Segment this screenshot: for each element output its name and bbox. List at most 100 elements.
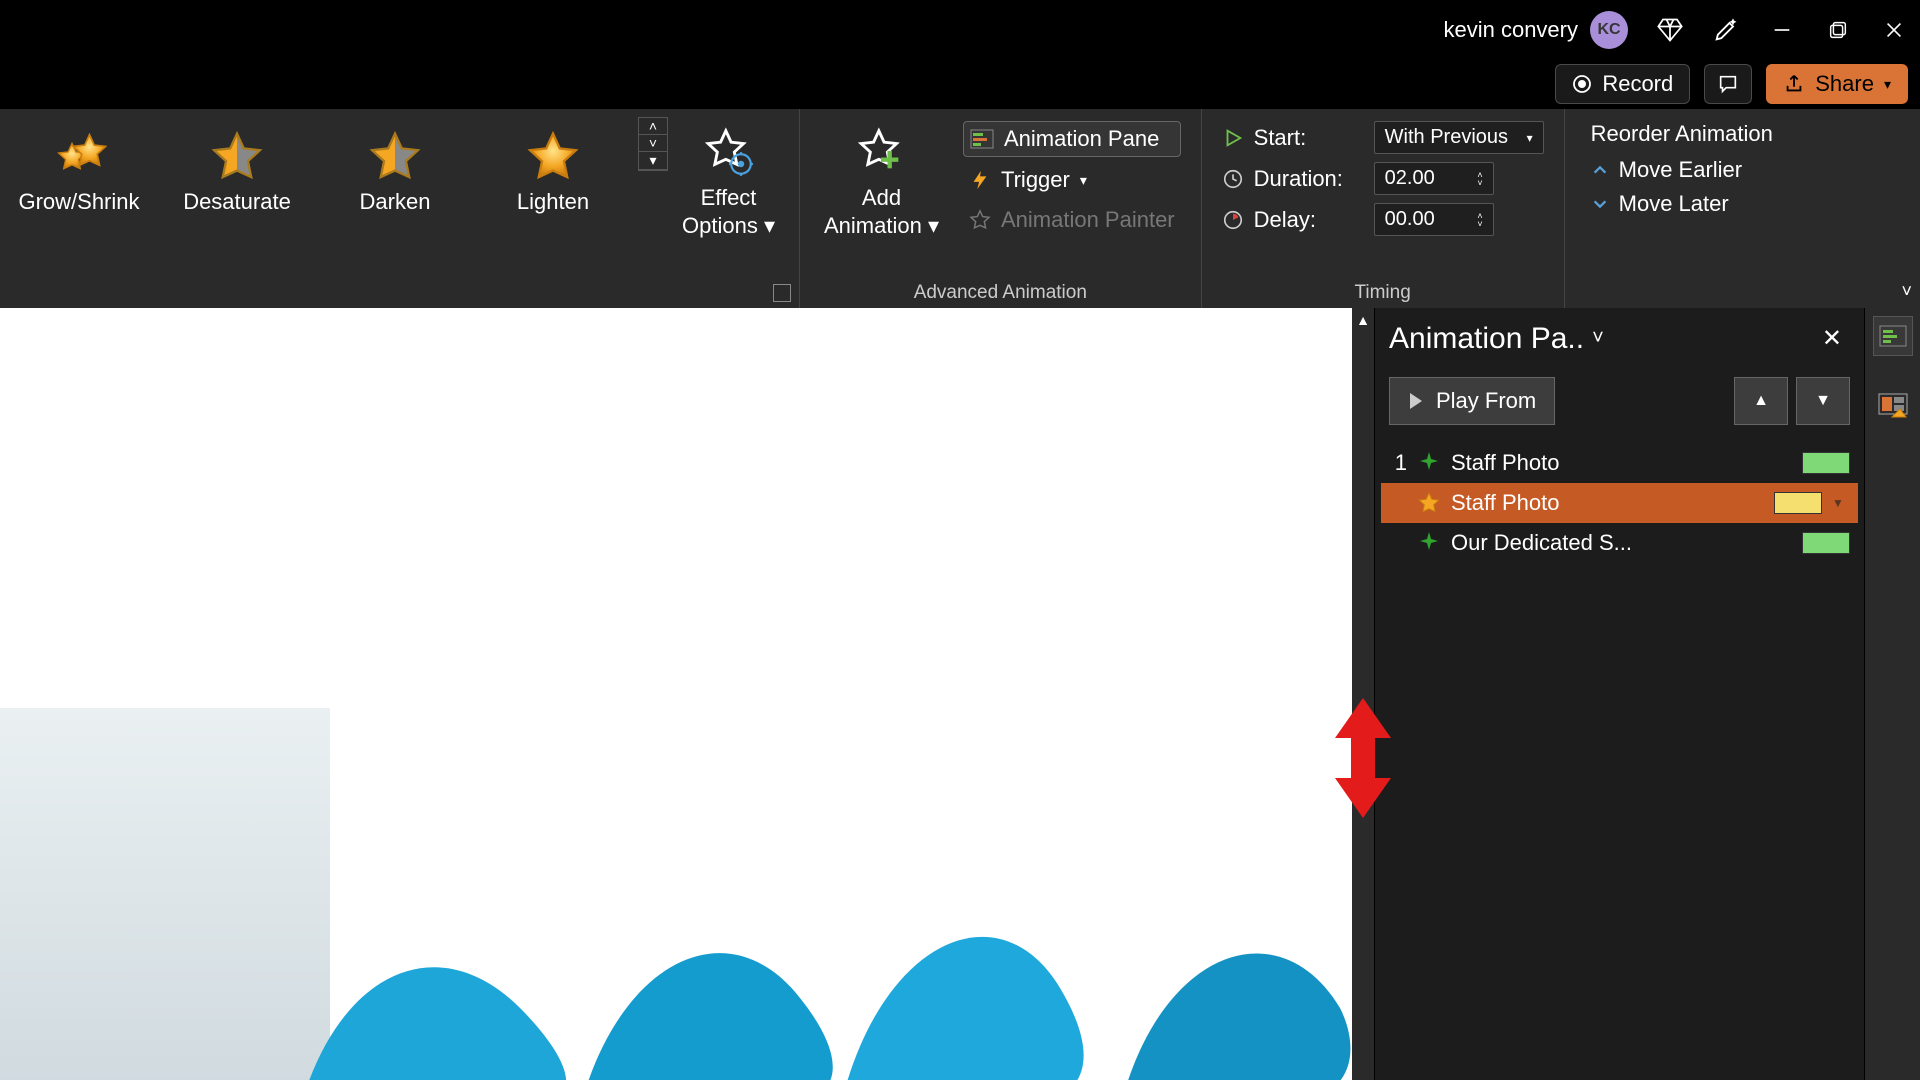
- animation-pane-label: Animation Pane: [1004, 126, 1159, 152]
- diamond-icon[interactable]: [1656, 16, 1684, 44]
- animation-pane-button[interactable]: Animation Pane: [963, 121, 1181, 157]
- chevron-down-icon: [1591, 195, 1609, 213]
- scroll-down-icon[interactable]: ˅: [639, 135, 667, 152]
- timeline-bar[interactable]: [1802, 452, 1850, 474]
- effect-darken[interactable]: Darken: [316, 117, 474, 215]
- entrance-sparkle-icon: [1417, 531, 1441, 555]
- animation-item[interactable]: Staff Photo▼: [1381, 483, 1858, 523]
- duration-spinner[interactable]: 02.00 ˄˅: [1374, 162, 1494, 195]
- start-select[interactable]: With Previous ▾: [1374, 121, 1544, 154]
- animation-gallery-group: Grow/Shrink Desaturate Darken Lighten ˄ …: [0, 109, 800, 308]
- scroll-up-icon[interactable]: ▲: [1352, 308, 1374, 332]
- ink-graphic: [260, 848, 1352, 1080]
- title-bar: kevin convery KC: [0, 0, 1920, 60]
- reorder-group: Reorder Animation Move Earlier Move Late…: [1565, 109, 1799, 308]
- close-icon[interactable]: [1880, 16, 1908, 44]
- move-down-button[interactable]: ▼: [1796, 377, 1850, 425]
- main-area: ▲ Animation Pa.. ˅ ✕ Play From ▲ ▼ 1Staf…: [0, 308, 1920, 1080]
- spinner-arrows-icon[interactable]: ˄˅: [1477, 171, 1482, 187]
- move-later-button[interactable]: Move Later: [1591, 191, 1773, 217]
- animation-item[interactable]: Our Dedicated S...: [1381, 523, 1858, 563]
- effect-options-l2: Options ▾: [682, 213, 775, 239]
- chevron-down-icon: ˅: [1592, 327, 1604, 350]
- pane-header: Animation Pa.. ˅ ✕: [1375, 308, 1864, 369]
- pen-sparkle-icon[interactable]: [1712, 16, 1740, 44]
- star-options-icon: [702, 125, 754, 177]
- move-earlier-label: Move Earlier: [1619, 157, 1742, 183]
- move-earlier-button[interactable]: Move Earlier: [1591, 157, 1773, 183]
- move-up-button[interactable]: ▲: [1734, 377, 1788, 425]
- add-animation-l2: Animation ▾: [824, 213, 939, 239]
- designer-tab-icon[interactable]: [1873, 386, 1913, 426]
- slide-canvas[interactable]: [0, 308, 1352, 1080]
- username-label: kevin convery: [1443, 17, 1578, 43]
- effect-label: Darken: [360, 189, 431, 215]
- effect-desaturate[interactable]: Desaturate: [158, 117, 316, 215]
- effect-options-button[interactable]: Effect Options ▾: [668, 117, 789, 247]
- start-label: Start:: [1254, 125, 1364, 151]
- start-row: Start: With Previous ▾: [1222, 121, 1544, 154]
- add-animation-button[interactable]: Add Animation ▾: [810, 117, 953, 247]
- duration-row: Duration: 02.00 ˄˅: [1222, 162, 1544, 195]
- delay-value: 00.00: [1385, 208, 1435, 231]
- effect-grow-shrink[interactable]: Grow/Shrink: [0, 117, 158, 215]
- effect-gallery: Grow/Shrink Desaturate Darken Lighten: [0, 117, 632, 215]
- vertical-scrollbar[interactable]: ▲: [1352, 308, 1374, 1080]
- add-animation-l1: Add: [862, 185, 901, 211]
- red-double-arrow-icon: [1335, 698, 1391, 818]
- play-icon: [1408, 392, 1424, 410]
- play-icon: [1222, 127, 1244, 149]
- trigger-button[interactable]: Trigger ▾: [963, 163, 1181, 197]
- clock-icon: [1222, 168, 1244, 190]
- pane-title[interactable]: Animation Pa.. ˅: [1389, 322, 1804, 356]
- gallery-more-icon[interactable]: ▾: [639, 152, 667, 170]
- avatar-initials: KC: [1597, 21, 1620, 39]
- comments-button[interactable]: [1704, 64, 1752, 104]
- timing-group: Start: With Previous ▾ Duration: 02.00 ˄…: [1202, 109, 1565, 308]
- effect-label: Desaturate: [183, 189, 291, 215]
- user-account[interactable]: kevin convery KC: [1443, 11, 1628, 49]
- timeline-bar[interactable]: [1802, 532, 1850, 554]
- duration-label: Duration:: [1254, 166, 1364, 192]
- pane-title-text: Animation Pa..: [1389, 322, 1584, 356]
- star-icon: [525, 129, 581, 185]
- dialog-launcher-icon[interactable]: [773, 284, 791, 302]
- collapse-ribbon-icon[interactable]: ˅: [1901, 281, 1912, 302]
- star-outline-icon: [969, 209, 991, 231]
- spinner-arrows-icon[interactable]: ˄˅: [1477, 212, 1482, 228]
- effect-label: Grow/Shrink: [18, 189, 139, 215]
- effect-lighten[interactable]: Lighten: [474, 117, 632, 215]
- start-value: With Previous: [1385, 126, 1508, 149]
- restore-icon[interactable]: [1824, 16, 1852, 44]
- timing-label: Timing: [1202, 282, 1564, 304]
- scroll-up-icon[interactable]: ˄: [639, 118, 667, 135]
- animation-item[interactable]: 1Staff Photo: [1381, 443, 1858, 483]
- pane-close-button[interactable]: ✕: [1814, 320, 1850, 357]
- play-from-button[interactable]: Play From: [1389, 377, 1555, 425]
- item-number: 1: [1389, 450, 1407, 476]
- minimize-icon[interactable]: [1768, 16, 1796, 44]
- clock-delay-icon: [1222, 209, 1244, 231]
- delay-spinner[interactable]: 00.00 ˄˅: [1374, 203, 1494, 236]
- pane-controls: Play From ▲ ▼: [1375, 369, 1864, 439]
- chevron-up-icon: [1591, 161, 1609, 179]
- chevron-down-icon: ▾: [1080, 172, 1087, 189]
- advanced-animation-label: Advanced Animation: [800, 282, 1201, 304]
- record-button[interactable]: Record: [1555, 64, 1690, 104]
- animation-list: 1Staff PhotoStaff Photo▼Our Dedicated S.…: [1375, 439, 1864, 567]
- entrance-sparkle-icon: [1417, 451, 1441, 475]
- timeline-bar[interactable]: [1774, 492, 1822, 514]
- reorder-animation-label: Reorder Animation: [1591, 121, 1773, 147]
- animation-painter-button: Animation Painter: [963, 203, 1181, 237]
- avatar: KC: [1590, 11, 1628, 49]
- lightning-icon: [969, 169, 991, 191]
- trigger-label: Trigger: [1001, 167, 1070, 193]
- side-panel: [1864, 308, 1920, 1080]
- effect-label: Lighten: [517, 189, 589, 215]
- star-icon: [209, 129, 265, 185]
- share-button[interactable]: Share ▾: [1766, 64, 1908, 104]
- delay-label: Delay:: [1254, 207, 1364, 233]
- gallery-scroll[interactable]: ˄ ˅ ▾: [638, 117, 668, 171]
- item-menu-icon[interactable]: ▼: [1832, 496, 1850, 510]
- animation-pane-tab-icon[interactable]: [1873, 316, 1913, 356]
